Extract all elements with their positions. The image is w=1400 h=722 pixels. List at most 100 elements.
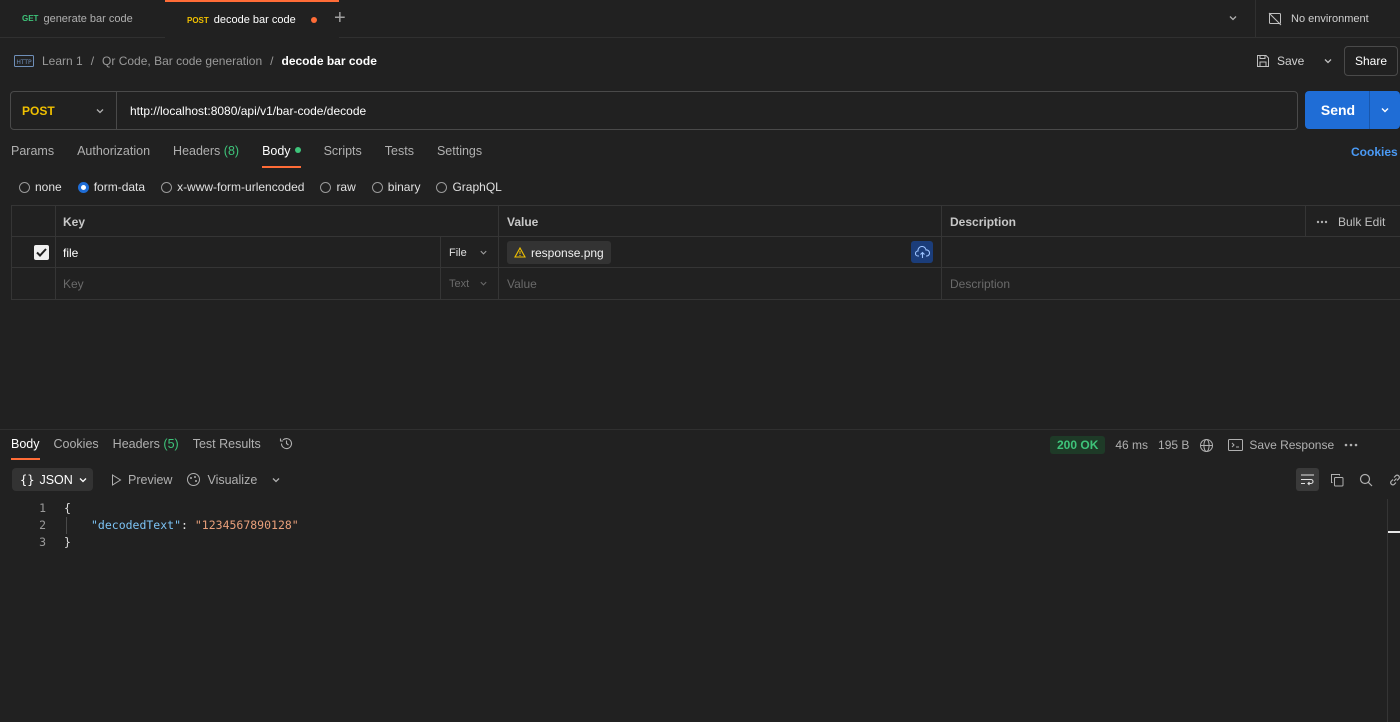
- save-options-chevron-icon[interactable]: [1323, 56, 1333, 66]
- tab-body[interactable]: Body: [262, 141, 301, 168]
- bulk-edit-button[interactable]: Bulk Edit: [1308, 206, 1385, 237]
- response-time[interactable]: 46 ms: [1115, 438, 1148, 452]
- save-label: Save: [1277, 54, 1305, 68]
- save-response-label: Save Response: [1249, 438, 1335, 452]
- share-button[interactable]: Share: [1344, 46, 1398, 76]
- column-header-value: Value: [507, 214, 539, 229]
- table-header-row: Key Value Description Bulk Edit: [12, 206, 1400, 237]
- code-text: }: [64, 534, 71, 549]
- wrap-lines-icon[interactable]: [1296, 468, 1319, 491]
- method-select[interactable]: POST: [11, 92, 117, 129]
- code-text: "decodedText": "1234567890128": [46, 518, 299, 532]
- new-type-select[interactable]: Text: [441, 268, 498, 299]
- send-options-chevron-icon[interactable]: [1370, 105, 1400, 115]
- checkbox-checked-icon: [34, 245, 49, 260]
- tab-decode-bar-code[interactable]: POST decode bar code: [165, 0, 339, 38]
- status-badge[interactable]: 200 OK: [1050, 436, 1106, 454]
- response-tab-body[interactable]: Body: [11, 436, 40, 460]
- visualize-label: Visualize: [207, 472, 258, 487]
- radio-raw[interactable]: raw: [320, 179, 356, 195]
- radio-circle: [320, 181, 332, 193]
- response-tab-headers[interactable]: Headers (5): [113, 436, 179, 460]
- json-braces-icon: {}: [20, 472, 35, 487]
- unsaved-dot-icon: [310, 17, 317, 23]
- history-icon[interactable]: [279, 436, 294, 460]
- tab-scripts[interactable]: Scripts: [324, 141, 362, 168]
- link-icon[interactable]: [1383, 468, 1400, 491]
- new-description-input[interactable]: Description: [942, 268, 1010, 299]
- warning-icon: [514, 247, 526, 258]
- tabs-dropdown-chevron-icon[interactable]: [1228, 13, 1238, 23]
- tab-title: generate bar code: [43, 12, 133, 25]
- tab-title: decode bar code: [213, 14, 296, 26]
- breadcrumb-current[interactable]: decode bar code: [282, 54, 377, 68]
- breadcrumb: HTTP Learn 1 / Qr Code, Bar code generat…: [14, 50, 377, 72]
- row-value-file[interactable]: response.png: [499, 237, 611, 268]
- code-text: {: [64, 500, 71, 515]
- tab-generate-bar-code[interactable]: GET generate bar code: [0, 0, 155, 37]
- tab-authorization[interactable]: Authorization: [77, 141, 150, 168]
- tab-method: GET: [22, 14, 39, 23]
- breadcrumb-item[interactable]: Learn 1: [42, 54, 83, 68]
- column-header-key: Key: [63, 214, 86, 229]
- response-view-bar: {} JSON Preview Visualize: [12, 468, 281, 491]
- radio-none[interactable]: none: [19, 179, 62, 195]
- preview-button[interactable]: Preview: [111, 473, 172, 487]
- send-label: Send: [1320, 102, 1356, 118]
- tab-method: POST: [187, 15, 209, 25]
- code-line: 2 "decodedText": "1234567890128": [0, 516, 1385, 533]
- response-divider: [0, 429, 1400, 430]
- radio-circle: [161, 181, 173, 193]
- row-key-input[interactable]: file: [55, 237, 78, 268]
- radio-label: none: [35, 180, 62, 194]
- visualize-icon: [186, 472, 201, 487]
- more-options-icon[interactable]: [1316, 220, 1328, 224]
- line-number: 2: [39, 517, 46, 532]
- network-globe-icon[interactable]: [1199, 438, 1214, 453]
- row-enabled-checkbox[interactable]: [26, 237, 49, 268]
- response-more-icon[interactable]: [1344, 443, 1358, 447]
- new-value-input[interactable]: Value: [499, 268, 537, 299]
- table-row: file File response.png: [12, 237, 1400, 268]
- code-line: 1 {: [0, 499, 1385, 516]
- tab-body-label: Body: [262, 144, 291, 158]
- new-tab-plus-icon[interactable]: +: [334, 8, 346, 28]
- save-response-button[interactable]: Save Response: [1228, 438, 1334, 452]
- json-value: "1234567890128": [194, 517, 299, 532]
- radio-graphql[interactable]: GraphQL: [436, 179, 502, 195]
- environment-selector[interactable]: No environment: [1255, 0, 1400, 37]
- tab-tests[interactable]: Tests: [385, 141, 414, 168]
- send-button[interactable]: Send: [1305, 91, 1400, 129]
- visualize-button[interactable]: Visualize: [186, 472, 257, 487]
- response-size[interactable]: 195 B: [1158, 438, 1189, 452]
- radio-circle: [436, 181, 448, 193]
- search-icon[interactable]: [1354, 468, 1377, 491]
- visualize-chevron-icon[interactable]: [271, 475, 281, 485]
- type-chevron-icon: [479, 248, 488, 257]
- row-description-input[interactable]: [942, 237, 950, 268]
- file-chip[interactable]: response.png: [507, 241, 611, 264]
- copy-icon[interactable]: [1325, 468, 1348, 491]
- response-json-viewer: 1 { 2 "decodedText": "1234567890128" 3 }: [0, 499, 1385, 550]
- radio-label: x-www-form-urlencoded: [177, 180, 305, 194]
- tab-settings[interactable]: Settings: [437, 141, 482, 168]
- breadcrumb-item[interactable]: Qr Code, Bar code generation: [102, 54, 262, 68]
- tab-params[interactable]: Params: [11, 141, 54, 168]
- headers-count: (8): [223, 144, 240, 158]
- row-type-select[interactable]: File: [441, 237, 498, 268]
- cookies-link[interactable]: Cookies: [1351, 145, 1398, 159]
- radio-form-data[interactable]: form-data: [77, 179, 145, 195]
- radio-x-www-form-urlencoded[interactable]: x-www-form-urlencoded: [161, 179, 304, 195]
- save-button[interactable]: Save: [1256, 48, 1333, 74]
- new-type-label: Text: [449, 277, 470, 290]
- response-tab-cookies[interactable]: Cookies: [54, 436, 99, 460]
- url-input[interactable]: http://localhost:8080/api/v1/bar-code/de…: [130, 92, 366, 129]
- response-tab-test-results[interactable]: Test Results: [193, 436, 261, 460]
- radio-binary[interactable]: binary: [371, 179, 420, 195]
- scrollbar-thumb[interactable]: [1388, 531, 1400, 533]
- new-key-input[interactable]: Key: [55, 268, 84, 299]
- tab-headers[interactable]: Headers (8): [173, 141, 239, 168]
- cloud-upload-button[interactable]: [911, 241, 933, 263]
- format-select[interactable]: {} JSON: [12, 468, 93, 491]
- url-bar: POST http://localhost:8080/api/v1/bar-co…: [10, 91, 1298, 130]
